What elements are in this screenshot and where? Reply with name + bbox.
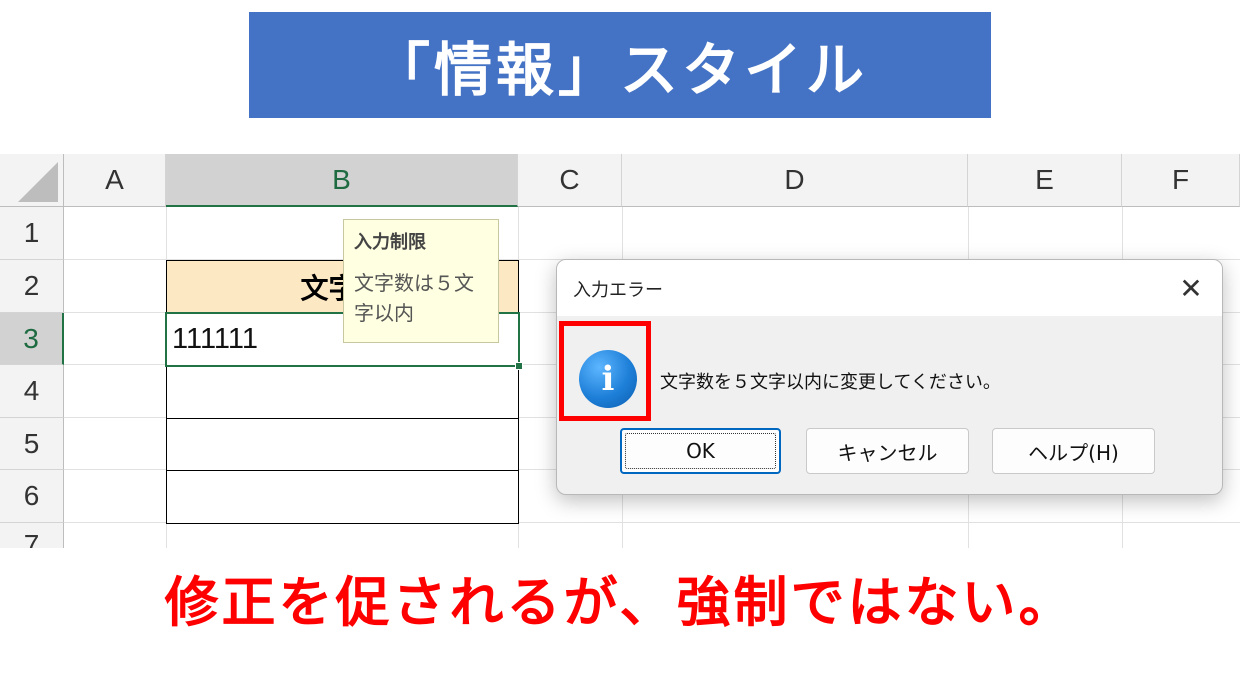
- row-header-6[interactable]: 6: [0, 470, 64, 523]
- row-header-2[interactable]: 2: [0, 260, 64, 313]
- dialog-message: 文字数を５文字以内に変更してください。: [660, 372, 1001, 393]
- row-header-4[interactable]: 4: [0, 365, 64, 418]
- ok-button[interactable]: OK: [620, 428, 781, 474]
- column-header-f[interactable]: F: [1122, 154, 1240, 207]
- dialog-titlebar: 入力エラー ✕: [557, 260, 1222, 316]
- cell-b5[interactable]: [166, 418, 519, 471]
- row-header-3[interactable]: 3: [0, 313, 64, 365]
- column-header-c[interactable]: C: [518, 154, 622, 207]
- tooltip-body: 文字数は５文字以内: [354, 271, 474, 325]
- close-icon[interactable]: ✕: [1168, 266, 1214, 310]
- row-header-5[interactable]: 5: [0, 418, 64, 470]
- column-header-b[interactable]: B: [166, 154, 518, 207]
- column-header-a[interactable]: A: [64, 154, 166, 207]
- cancel-button[interactable]: キャンセル: [806, 428, 969, 474]
- column-header-e[interactable]: E: [968, 154, 1122, 207]
- dialog-title: 入力エラー: [573, 280, 663, 301]
- column-header-d[interactable]: D: [622, 154, 968, 207]
- select-all-corner[interactable]: [0, 154, 64, 207]
- tooltip-title: 入力制限: [354, 232, 426, 253]
- row-header-7[interactable]: 7: [0, 523, 64, 548]
- input-message-tooltip: 入力制限 文字数は５文字以内: [343, 219, 499, 343]
- caption-text: 修正を促されるが、強制ではない。: [164, 571, 1076, 634]
- help-button[interactable]: ヘルプ(H): [992, 428, 1155, 474]
- row-header-1[interactable]: 1: [0, 207, 64, 260]
- banner-title: 「情報」スタイル: [249, 12, 991, 118]
- cell-b4[interactable]: [166, 365, 519, 419]
- cell-b6[interactable]: [166, 470, 519, 524]
- error-alert-dialog: 入力エラー ✕ i 文字数を５文字以内に変更してください。 OK キャンセル ヘ…: [556, 259, 1223, 495]
- fill-handle[interactable]: [515, 362, 523, 370]
- highlight-box: [559, 321, 651, 421]
